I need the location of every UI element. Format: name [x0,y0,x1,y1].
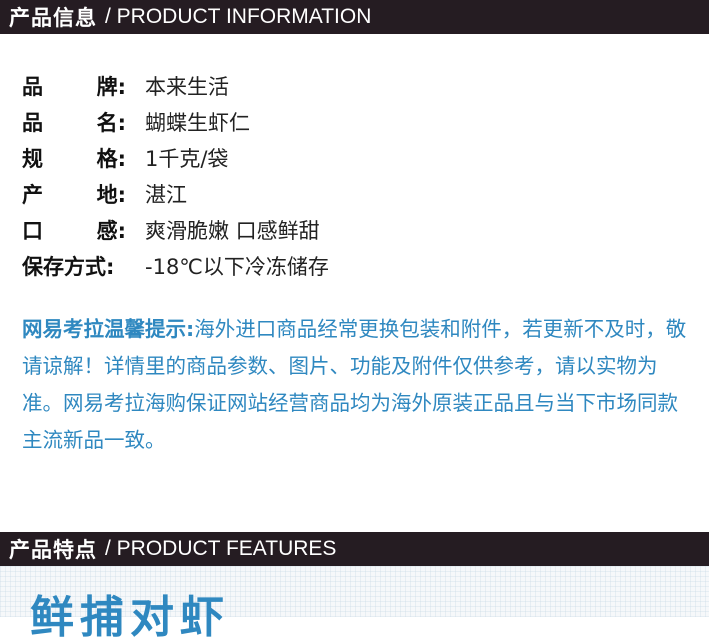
label-char: 名: [96,111,126,135]
product-information-subtitle: / PRODUCT INFORMATION [105,5,372,28]
info-value-name: 蝴蝶生虾仁 [145,111,250,135]
info-row-spec: 规 格: 1千克/袋 [22,140,329,176]
info-label-brand: 品 牌: [22,71,126,101]
info-row-taste: 口 感: 爽滑脆嫩 口感鲜甜 [22,212,329,248]
label-char: 格: [96,147,126,171]
label-char: 牌: [96,75,126,99]
product-features-title: 产品特点 [9,538,97,562]
notice-paragraph: 网易考拉温馨提示:海外进口商品经常更换包装和附件，若更新不及时，敬请谅解！详情里… [22,311,698,459]
label-char: 口 [22,219,43,243]
info-value-spec: 1千克/袋 [145,147,229,171]
info-label-storage: 保存方式: [22,255,115,279]
notice-title: 网易考拉温馨提示: [22,317,195,341]
info-label-name: 品 名: [22,107,126,137]
info-value-origin: 湛江 [145,183,187,207]
product-information-header: 产品信息 / PRODUCT INFORMATION [0,0,709,34]
label-char: 规 [22,147,43,171]
info-row-name: 品 名: 蝴蝶生虾仁 [22,104,329,140]
info-label-origin: 产 地: [22,179,126,209]
info-label-spec: 规 格: [22,143,126,173]
product-features-subtitle: / PRODUCT FEATURES [105,537,337,560]
info-value-brand: 本来生活 [145,75,229,99]
info-value-taste: 爽滑脆嫩 口感鲜甜 [145,219,320,243]
label-char: 产 [22,183,43,207]
info-row-storage: 保存方式: -18℃以下冷冻储存 [22,248,329,284]
feature-heading: 鲜捕对虾 [30,592,230,643]
info-value-storage: -18℃以下冷冻储存 [145,255,329,279]
info-row-origin: 产 地: 湛江 [22,176,329,212]
product-features-header: 产品特点 / PRODUCT FEATURES [0,532,709,566]
label-char: 感: [96,219,126,243]
label-char: 地: [96,183,126,207]
info-row-brand: 品 牌: 本来生活 [22,68,329,104]
label-char: 品 [22,111,43,135]
info-label-taste: 口 感: [22,215,126,245]
label-char: 品 [22,75,43,99]
product-information-title: 产品信息 [9,6,97,30]
product-info-list: 品 牌: 本来生活 品 名: 蝴蝶生虾仁 规 格: 1千克/袋 产 地: 湛江 … [22,68,329,284]
